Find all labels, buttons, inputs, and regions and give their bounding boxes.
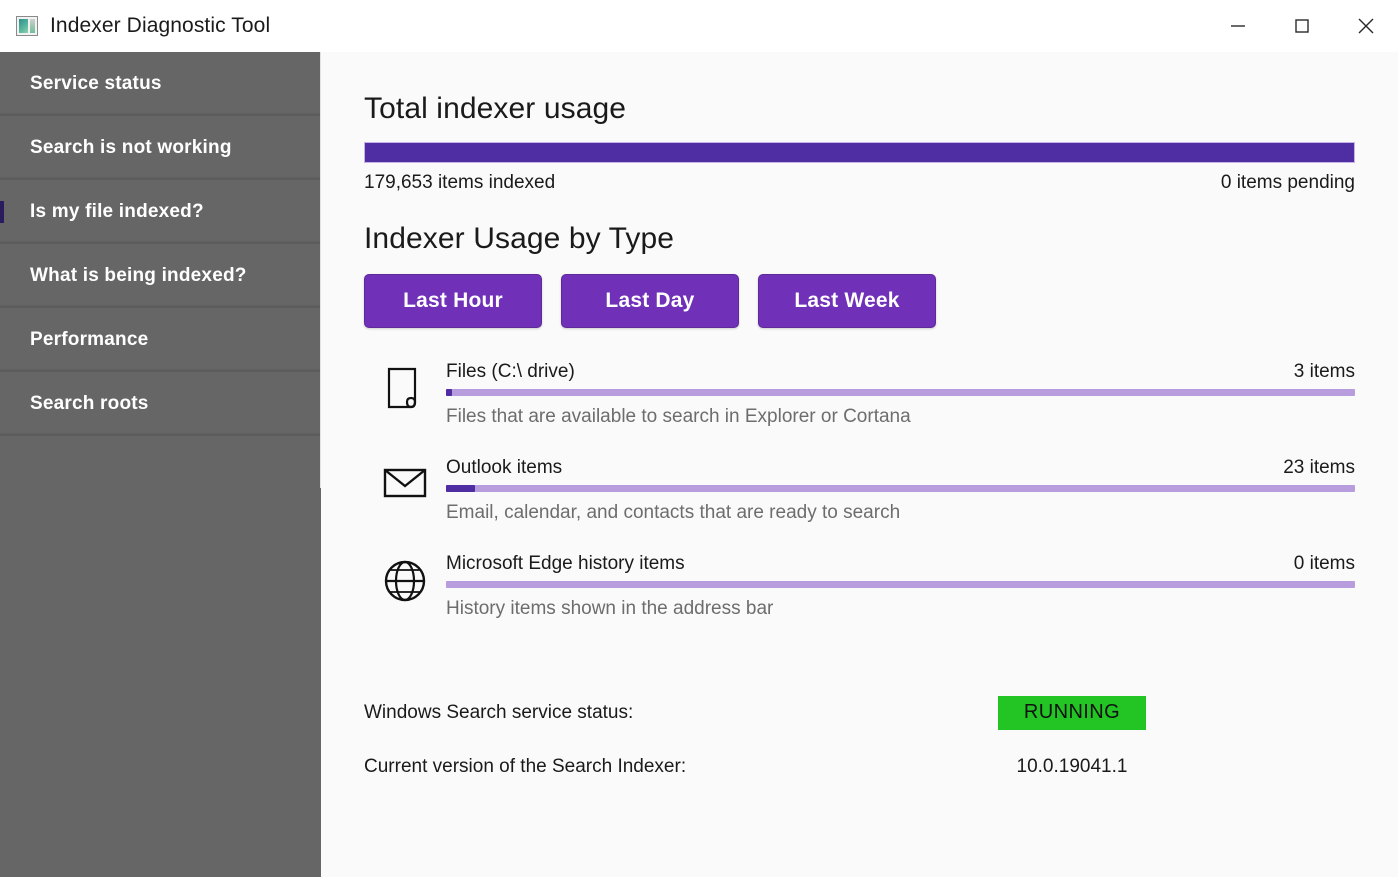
main-content: Total indexer usage 179,653 items indexe… [321, 52, 1398, 877]
sidebar-filler [0, 488, 321, 877]
service-status-label: Windows Search service status: [364, 702, 902, 724]
sidebar-item-what-is-being-indexed[interactable]: What is being indexed? [0, 244, 320, 308]
usage-row-count: 23 items [1283, 457, 1355, 479]
service-status-line: Windows Search service status: RUNNING [364, 686, 1355, 740]
app-window-icon [16, 16, 38, 36]
usage-row-progress-fill [446, 389, 452, 396]
usage-row-label: Microsoft Edge history items [446, 553, 685, 575]
usage-row-header: Files (C:\ drive) 3 items [446, 361, 1355, 383]
envelope-icon [364, 454, 446, 504]
last-day-button[interactable]: Last Day [561, 274, 739, 328]
items-indexed-text: 179,653 items indexed [364, 172, 555, 194]
focus-marker [0, 201, 4, 223]
usage-by-type-title: Indexer Usage by Type [364, 222, 1355, 256]
sidebar-item-service-status[interactable]: Service status [0, 52, 320, 116]
sidebar-item-label: What is being indexed? [30, 265, 247, 287]
sidebar-item-search-roots[interactable]: Search roots [0, 372, 320, 436]
usage-row-description: History items shown in the address bar [446, 598, 1355, 620]
total-usage-legend: 179,653 items indexed 0 items pending [364, 172, 1355, 194]
items-pending-text: 0 items pending [1221, 172, 1355, 194]
usage-row-body: Files (C:\ drive) 3 items Files that are… [446, 358, 1355, 428]
usage-row-label: Files (C:\ drive) [446, 361, 575, 383]
last-hour-button[interactable]: Last Hour [364, 274, 542, 328]
sidebar-item-label: Is my file indexed? [30, 201, 204, 223]
usage-row-label: Outlook items [446, 457, 562, 479]
status-block: Windows Search service status: RUNNING C… [364, 686, 1355, 794]
range-button-group: Last Hour Last Day Last Week [364, 274, 1355, 328]
indexer-version-line: Current version of the Search Indexer: 1… [364, 740, 1355, 794]
usage-row-body: Microsoft Edge history items 0 items His… [446, 550, 1355, 620]
sidebar-item-label: Search roots [30, 393, 149, 415]
usage-row-list: Files (C:\ drive) 3 items Files that are… [364, 358, 1355, 646]
window-controls [1206, 0, 1398, 52]
indexer-version-label: Current version of the Search Indexer: [364, 756, 902, 778]
last-week-button[interactable]: Last Week [758, 274, 936, 328]
usage-row-progress-bar [446, 389, 1355, 396]
total-usage-title: Total indexer usage [364, 92, 1355, 126]
window-title: Indexer Diagnostic Tool [50, 14, 270, 38]
status-badge: RUNNING [998, 696, 1146, 730]
title-bar: Indexer Diagnostic Tool [0, 0, 1398, 52]
usage-row-progress-bar [446, 485, 1355, 492]
total-usage-progress-fill [365, 143, 1354, 162]
sidebar-item-label: Performance [30, 329, 148, 351]
usage-row-description: Files that are available to search in Ex… [446, 406, 1355, 428]
usage-row-body: Outlook items 23 items Email, calendar, … [446, 454, 1355, 524]
sidebar-item-is-my-file-indexed[interactable]: Is my file indexed? [0, 180, 320, 244]
sidebar-item-performance[interactable]: Performance [0, 308, 320, 372]
file-document-icon [364, 358, 446, 414]
indexer-version-value: 10.0.19041.1 [1017, 756, 1128, 778]
indexer-version-value-wrap: 10.0.19041.1 [902, 756, 1242, 778]
sidebar-item-label: Service status [30, 73, 162, 95]
total-usage-progress-bar [364, 142, 1355, 163]
maximize-icon[interactable] [1270, 0, 1334, 52]
globe-icon [364, 550, 446, 604]
minimize-icon[interactable] [1206, 0, 1270, 52]
usage-row-header: Microsoft Edge history items 0 items [446, 553, 1355, 575]
sidebar-item-search-is-not-working[interactable]: Search is not working [0, 116, 320, 180]
usage-row: Files (C:\ drive) 3 items Files that are… [364, 358, 1355, 454]
app-icon-right-pane [30, 19, 35, 33]
usage-row-count: 0 items [1294, 553, 1355, 575]
app-icon-left-pane [19, 19, 28, 33]
service-status-value-wrap: RUNNING [902, 696, 1242, 730]
usage-row-progress-bar [446, 581, 1355, 588]
usage-row-progress-fill [446, 485, 475, 492]
sidebar: Service status Search is not working Is … [0, 52, 321, 877]
app-window: Indexer Diagnostic Tool Service status S… [0, 0, 1398, 877]
usage-row-header: Outlook items 23 items [446, 457, 1355, 479]
sidebar-item-label: Search is not working [30, 137, 232, 159]
usage-row: Outlook items 23 items Email, calendar, … [364, 454, 1355, 550]
usage-row: Microsoft Edge history items 0 items His… [364, 550, 1355, 646]
usage-row-count: 3 items [1294, 361, 1355, 383]
usage-row-description: Email, calendar, and contacts that are r… [446, 502, 1355, 524]
close-icon[interactable] [1334, 0, 1398, 52]
